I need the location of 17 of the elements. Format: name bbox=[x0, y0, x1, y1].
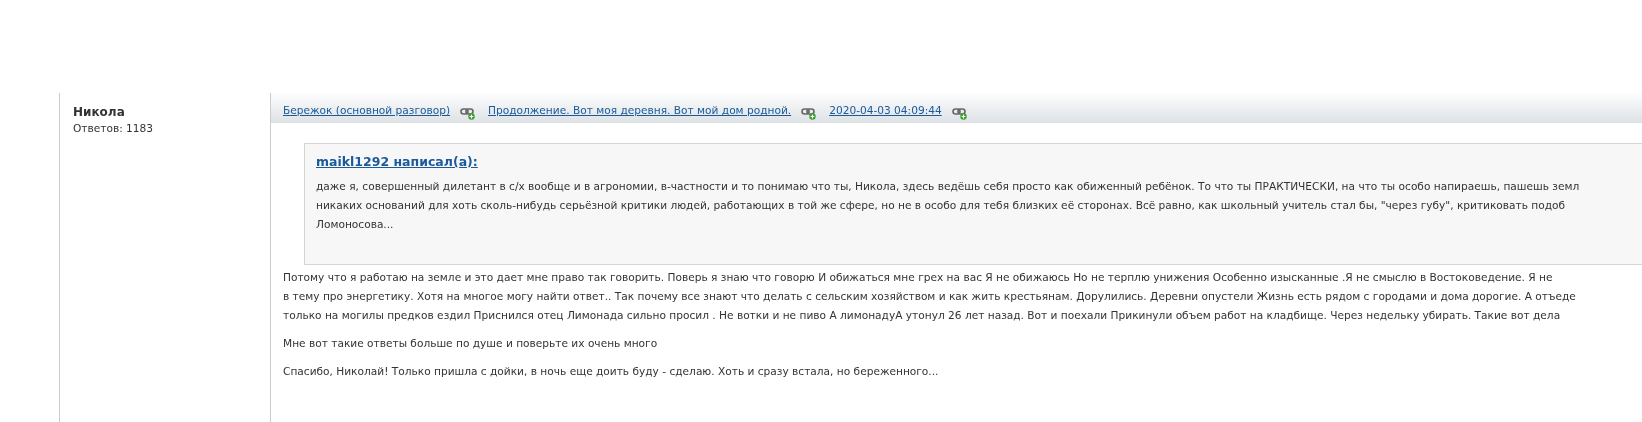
link-icon[interactable] bbox=[951, 106, 968, 120]
post-text-line: в тему про энергетику. Хотя на многое могу найти ответ.. Так почему все знают что делать с сельским хозяйством и как жить крестьянам. Дорулились. Деревни опустели Жизнь есть рядом с городами и дома дорогие. А отъеде bbox=[283, 289, 1576, 304]
post-text-line: Мне вот такие ответы больше по душе и поверьте их очень много bbox=[283, 336, 658, 351]
post-text-line: Потому что я работаю на земле и это дает мне право так говорить. Поверь я знаю что говорю И обижаться мне грех на вас Я не обижаюсь Но не терплю унижения Особенно изысканные .Я не смыслю в Востоковедение. Я не bbox=[283, 270, 1553, 285]
link-icon[interactable] bbox=[801, 106, 818, 120]
breadcrumb-link[interactable]: Бережок (основной разговор) bbox=[283, 104, 451, 116]
post-text-line: только на могилы предков ездил Приснился отец Лимонада сильно просил . Не вотки и не пиво А лимонадуА утонул 26 лет назад. Вот и поехали Прикинули объем работ на кладбище. Через недельку убирать. Такие вот дела bbox=[283, 308, 1561, 323]
quote-text-line: даже я, совершенный дилетант в с/х вообще и в агрономии, в-частности и то понимаю что ты, Никола, здесь ведёшь себя просто как обиженный ребёнок. То что ты ПРАКТИЧЕСКИ, на что ты особо напираешь, пашешь земл bbox=[316, 179, 1580, 194]
quote-text-line: Ломоносова... bbox=[316, 217, 394, 232]
breadcrumb-link[interactable]: 2020-04-03 04:09:44 bbox=[829, 104, 942, 116]
reply-count: Ответов: 1183 bbox=[73, 122, 154, 134]
quote-author-link[interactable]: maikl1292 написал(а): bbox=[316, 154, 478, 169]
link-icon[interactable] bbox=[460, 106, 477, 120]
post-text-line: Спасибо, Николай! Только пришла с дойки, в ночь еще доить буду - сделаю. Хоть и сразу встала, но береженного... bbox=[283, 364, 939, 379]
quote-text-line: никаких оснований для хоть сколь-нибудь серьёзной критики людей, работающих в той же сфере, но не в особо для тебя близких её сторонах. Всё равно, как школьный учитель стал бы, "через губу", критиковать подоб bbox=[316, 198, 1566, 213]
breadcrumb-link[interactable]: Продолжение. Вот моя деревня. Вот мой дом родной. bbox=[488, 104, 792, 116]
author-name: Никола bbox=[73, 105, 125, 119]
